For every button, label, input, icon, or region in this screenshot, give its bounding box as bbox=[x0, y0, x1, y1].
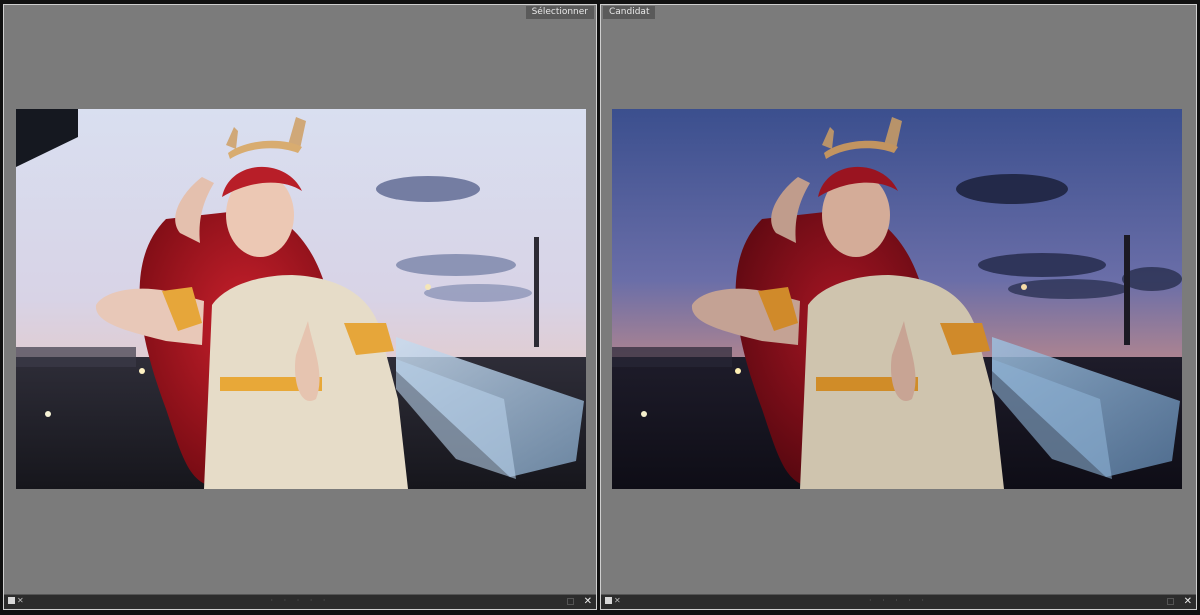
compare-pane-candidate[interactable]: Candidat ✕ · · · · · ✕ bbox=[600, 4, 1197, 610]
photo-select-image bbox=[16, 109, 586, 489]
color-label-icon[interactable] bbox=[1167, 598, 1174, 605]
select-pane-footer: ✕ · · · · · ✕ bbox=[4, 594, 596, 609]
candidate-label: Candidat bbox=[603, 6, 656, 19]
rating-dots-icon[interactable]: · · · · · bbox=[869, 595, 928, 607]
close-icon[interactable]: ✕ bbox=[1184, 595, 1192, 608]
reject-x-icon[interactable]: ✕ bbox=[17, 595, 24, 607]
photo-candidate[interactable] bbox=[612, 109, 1182, 489]
flag-icon[interactable] bbox=[605, 597, 612, 604]
compare-pane-select[interactable]: Sélectionner ✕ · · · · · ✕ bbox=[3, 4, 597, 610]
select-label: Sélectionner bbox=[525, 6, 594, 19]
reject-x-icon[interactable]: ✕ bbox=[614, 595, 621, 607]
close-icon[interactable]: ✕ bbox=[584, 595, 592, 608]
candidate-pane-footer: ✕ · · · · · ✕ bbox=[601, 594, 1196, 609]
rating-dots-icon[interactable]: · · · · · bbox=[271, 595, 330, 607]
photo-candidate-image bbox=[612, 109, 1182, 489]
photo-select[interactable] bbox=[16, 109, 586, 489]
color-label-icon[interactable] bbox=[567, 598, 574, 605]
flag-icon[interactable] bbox=[8, 597, 15, 604]
